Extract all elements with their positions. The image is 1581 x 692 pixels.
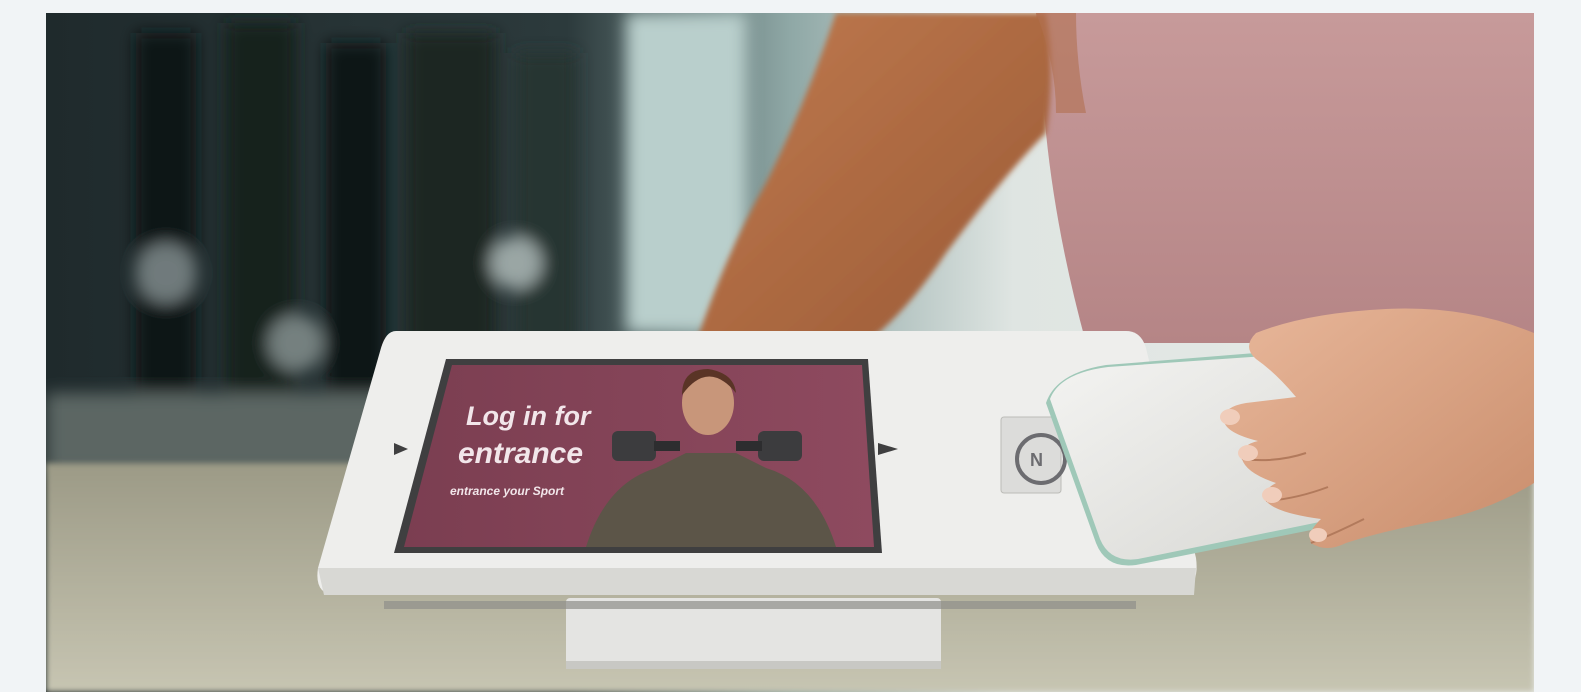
dumbbell-right xyxy=(758,431,802,461)
screen-subline: entrance your Sport xyxy=(450,484,565,498)
hero-photo: Log in for entrance entrance your Sport … xyxy=(46,13,1534,692)
dumbbell-left xyxy=(612,431,656,461)
nfc-logo-text: N xyxy=(1030,450,1043,470)
gym-kiosk-scene: Log in for entrance entrance your Sport … xyxy=(46,13,1534,692)
screen-headline-line1: Log in for xyxy=(466,401,592,431)
pink-shirt xyxy=(1036,13,1534,343)
kiosk-screen: Log in for entrance entrance your Sport xyxy=(394,359,898,553)
screen-headline-line2: entrance xyxy=(458,437,583,470)
